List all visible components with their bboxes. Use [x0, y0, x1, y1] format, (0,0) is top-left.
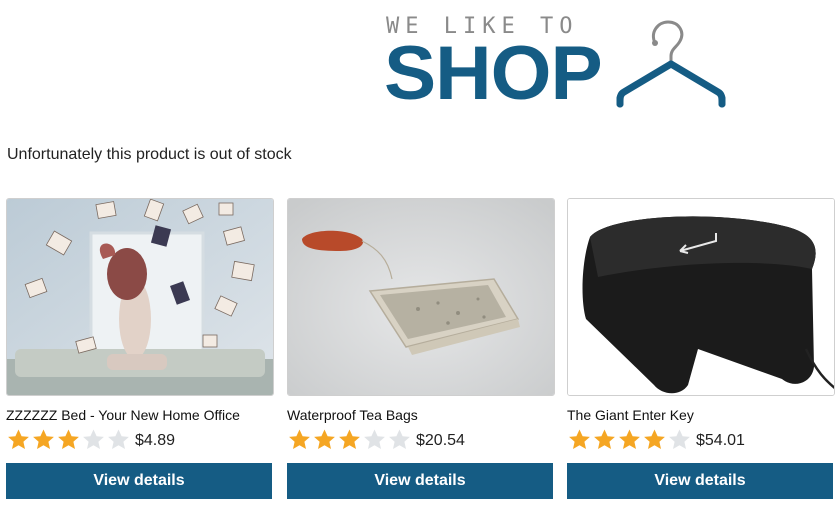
star-filled-icon — [569, 429, 590, 449]
star-filled-icon — [339, 429, 360, 449]
star-empty-icon — [364, 429, 385, 449]
star-empty-icon — [389, 429, 410, 449]
out-of-stock-notice: Unfortunately this product is out of sto… — [7, 146, 292, 163]
star-rating — [567, 428, 692, 450]
view-details-button[interactable]: View details — [6, 463, 272, 499]
star-filled-icon — [33, 429, 54, 449]
logo-brand: SHOP — [384, 31, 603, 116]
view-details-button[interactable]: View details — [287, 463, 553, 499]
hanger-icon — [616, 20, 726, 108]
product-card: The Giant Enter Key $54.01 View details — [567, 198, 835, 499]
product-rating: $20.54 — [287, 427, 553, 451]
star-rating — [6, 428, 131, 450]
product-image-enter-key[interactable] — [567, 198, 835, 396]
star-rating — [287, 428, 412, 450]
product-name[interactable]: The Giant Enter Key — [567, 407, 833, 423]
product-price: $4.89 — [135, 431, 176, 449]
product-name[interactable]: Waterproof Tea Bags — [287, 407, 553, 423]
product-name[interactable]: ZZZZZZ Bed - Your New Home Office — [6, 407, 272, 423]
product-price: $20.54 — [416, 431, 465, 449]
product-card: ZZZZZZ Bed - Your New Home Office $4.89 … — [6, 198, 274, 499]
product-image-bed[interactable] — [6, 198, 274, 396]
star-filled-icon — [8, 429, 29, 449]
star-filled-icon — [58, 429, 79, 449]
product-card: Waterproof Tea Bags $20.54 View details — [287, 198, 555, 499]
product-image-tea-bag[interactable] — [287, 198, 555, 396]
star-filled-icon — [619, 429, 640, 449]
product-rating: $54.01 — [567, 427, 833, 451]
star-empty-icon — [83, 429, 104, 449]
star-empty-icon — [108, 429, 129, 449]
star-filled-icon — [289, 429, 310, 449]
star-empty-icon — [669, 429, 690, 449]
view-details-button[interactable]: View details — [567, 463, 833, 499]
product-rating: $4.89 — [6, 427, 272, 451]
star-filled-icon — [644, 429, 665, 449]
product-price: $54.01 — [696, 431, 745, 449]
star-filled-icon — [314, 429, 335, 449]
star-filled-icon — [594, 429, 615, 449]
site-logo[interactable]: WE LIKE TO SHOP — [384, 10, 744, 116]
